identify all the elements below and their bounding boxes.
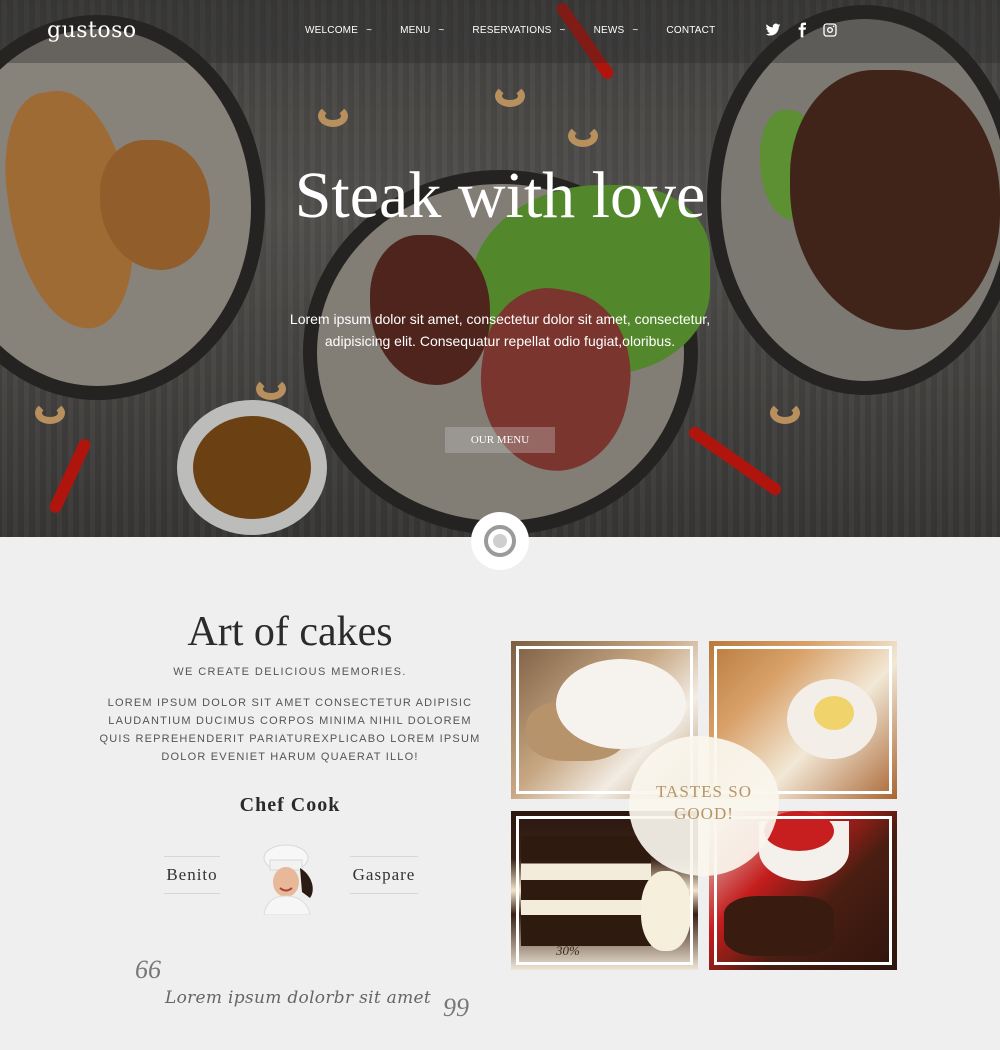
nav-item-menu[interactable]: MENU ~	[400, 25, 444, 36]
chef-last-name: Gaspare	[350, 856, 418, 894]
instagram-icon[interactable]	[822, 22, 838, 38]
dropdown-indicator-icon: ~	[366, 25, 373, 36]
chef-first-name: Benito	[164, 856, 220, 894]
hero-overlay	[0, 0, 1000, 537]
section-description: LOREM IPSUM DOLOR SIT AMET CONSECTETUR A…	[99, 697, 481, 763]
navbar: gustoso WELCOME ~ MENU ~ RESERVATIONS ~ NEW…	[0, 0, 1000, 63]
nav-item-news[interactable]: NEWS ~	[594, 25, 639, 36]
quote-text: Lorem ipsum dolorbr sit amet	[165, 988, 432, 1008]
main-menu: WELCOME ~ MENU ~ RESERVATIONS ~ NEWS ~ CONTA…	[305, 25, 743, 36]
our-menu-button[interactable]: OUR MENU	[445, 427, 555, 453]
nav-item-contact[interactable]: CONTACT	[666, 25, 715, 36]
hero-text: Lorem ipsum dolor sit amet, consectetur …	[289, 311, 711, 349]
chef-avatar	[252, 840, 322, 916]
dropdown-indicator-icon: ~	[559, 25, 566, 36]
cake-collage: 30% TASTES SO GOOD!	[511, 641, 897, 970]
facebook-icon[interactable]	[794, 22, 810, 38]
section-title: Art of cakes	[187, 609, 393, 655]
scroll-down-icon[interactable]	[471, 512, 529, 570]
hero-section: Steak with love Lorem ipsum dolor sit am…	[0, 0, 1000, 537]
section-subtitle: WE CREATE DELICIOUS MEMORIES.	[173, 666, 407, 678]
chef-heading: Chef Cook	[239, 794, 341, 816]
dropdown-indicator-icon: ~	[632, 25, 639, 36]
hero-title: Steak with love	[294, 159, 706, 232]
badge-text: TASTES SO GOOD!	[656, 782, 752, 823]
cake-label: 30%	[556, 943, 580, 958]
nav-item-welcome[interactable]: WELCOME ~	[305, 25, 372, 36]
dropdown-indicator-icon: ~	[438, 25, 445, 36]
twitter-icon[interactable]	[765, 22, 781, 38]
close-quote-icon: 99	[443, 993, 469, 1022]
nav-item-reservations[interactable]: RESERVATIONS ~	[472, 25, 565, 36]
open-quote-icon: 66	[135, 955, 161, 984]
logo[interactable]: gustoso	[47, 18, 137, 43]
